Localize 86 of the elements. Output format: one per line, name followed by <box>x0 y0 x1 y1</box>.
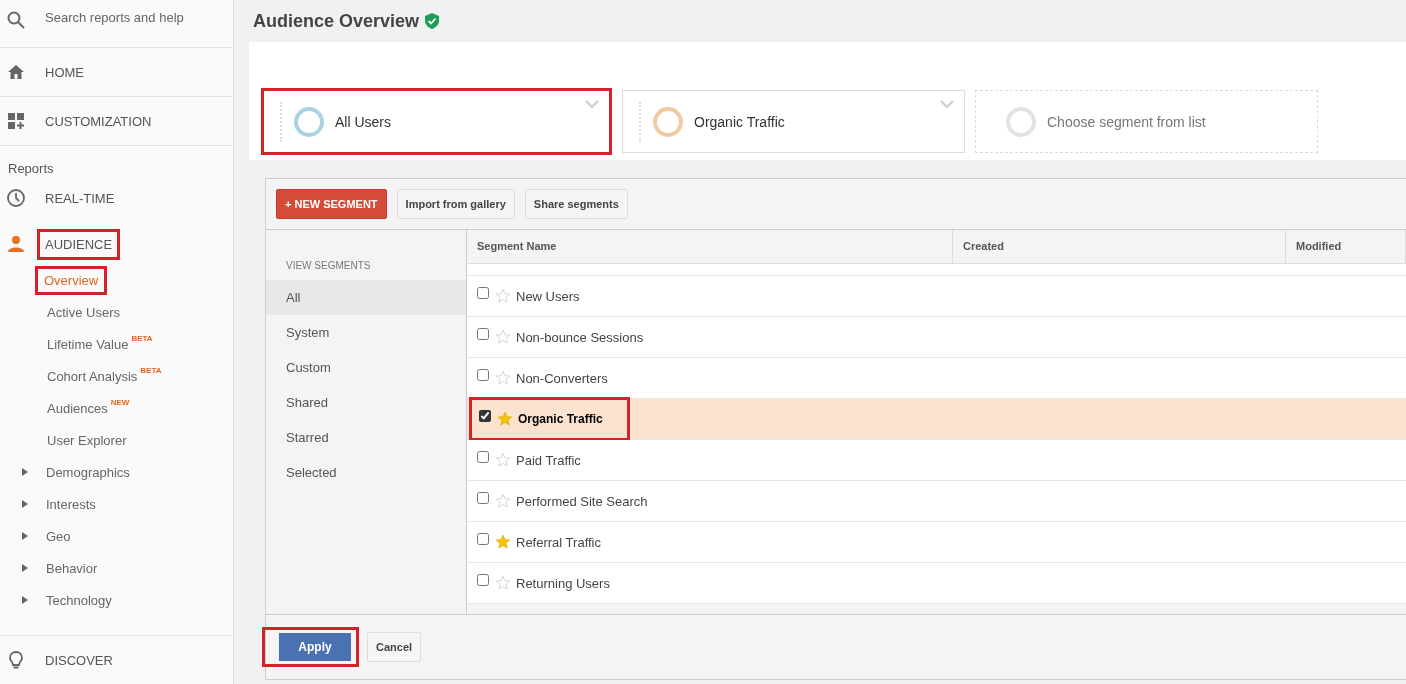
checkbox[interactable] <box>479 410 491 422</box>
lightbulb-icon <box>6 650 26 670</box>
filter-item[interactable]: Shared <box>266 385 466 420</box>
filter-item[interactable]: System <box>266 315 466 350</box>
segment-name: Non-Converters <box>516 370 608 386</box>
checkbox[interactable] <box>477 369 489 381</box>
cancel-button[interactable]: Cancel <box>367 632 422 662</box>
table-row[interactable]: Referral Traffic <box>467 522 1406 563</box>
table-row[interactable]: Organic Traffic <box>467 399 1406 440</box>
nav-item[interactable]: AUDIENCE <box>37 228 121 260</box>
nav-subitem[interactable]: Cohort Analysis <box>47 368 138 384</box>
segment-name: New Users <box>516 288 580 304</box>
nav-subitem[interactable]: Behavior <box>46 560 98 576</box>
segment-label: Choose segment from list <box>1047 113 1206 130</box>
filter-item[interactable]: All <box>266 280 466 315</box>
page-title: Audience Overview <box>253 10 420 32</box>
star-icon[interactable] <box>495 534 511 550</box>
column-header: Modified <box>1286 230 1406 263</box>
table-row[interactable]: Returning Users <box>467 563 1406 604</box>
search-icon <box>6 10 26 30</box>
star-icon[interactable] <box>495 329 511 345</box>
person-icon <box>6 234 26 254</box>
star-icon[interactable] <box>497 411 513 427</box>
nav-subitem[interactable]: Audiences <box>47 400 108 416</box>
segment-card[interactable]: All Users <box>261 88 612 155</box>
apply-button[interactable]: Apply <box>279 633 351 661</box>
nav-subitem[interactable]: Technology <box>46 592 112 608</box>
filter-item[interactable]: Custom <box>266 350 466 385</box>
filter-item[interactable]: Selected <box>266 455 466 490</box>
section-heading: Reports <box>7 160 55 178</box>
share-button[interactable]: Share segments <box>524 189 628 219</box>
badge-label: BETA <box>131 334 153 343</box>
home-icon <box>6 62 26 82</box>
nav-subitem[interactable]: Geo <box>46 528 71 544</box>
column-header: Created <box>953 230 1286 263</box>
nav-item[interactable]: CUSTOMIZATION <box>45 113 152 129</box>
table-row[interactable]: Non-Converters <box>467 358 1406 399</box>
table-row[interactable]: Paid Traffic <box>467 440 1406 481</box>
grid-plus-icon <box>6 111 26 131</box>
nav-item[interactable]: HOME <box>45 64 84 80</box>
checkbox[interactable] <box>477 574 489 586</box>
section-heading: VIEW SEGMENTS <box>285 260 372 273</box>
badge-label: BETA <box>140 366 162 375</box>
nav-subitem[interactable]: Lifetime Value <box>47 336 129 352</box>
expand-arrow-icon[interactable] <box>21 564 29 572</box>
nav-subitem[interactable]: User Explorer <box>47 432 127 448</box>
table-row[interactable]: Non-bounce Sessions <box>467 317 1406 358</box>
expand-arrow-icon[interactable] <box>21 532 29 540</box>
segment-card[interactable]: Organic Traffic <box>622 90 965 153</box>
clock-icon <box>6 188 26 208</box>
segment-name: Referral Traffic <box>516 534 601 550</box>
star-icon[interactable] <box>495 575 511 591</box>
import-button[interactable]: Import from gallery <box>396 189 515 219</box>
table-row[interactable]: Performed Site Search <box>467 481 1406 522</box>
segment-name: Non-bounce Sessions <box>516 329 644 345</box>
expand-arrow-icon[interactable] <box>21 500 29 508</box>
segment-label: Organic Traffic <box>694 113 785 130</box>
badge-label: NEW <box>110 398 130 407</box>
new-segment-button[interactable]: + NEW SEGMENT <box>276 189 387 219</box>
nav-subitem[interactable]: Active Users <box>47 304 120 320</box>
checkbox[interactable] <box>477 533 489 545</box>
filter-item[interactable]: Starred <box>266 420 466 455</box>
segment-label: All Users <box>335 113 391 130</box>
nav-item[interactable]: DISCOVER <box>45 652 113 668</box>
nav-item[interactable]: REAL-TIME <box>45 190 115 206</box>
table-row[interactable]: New Users <box>467 276 1406 317</box>
segment-name: Returning Users <box>516 575 610 591</box>
segment-name: Performed Site Search <box>516 493 648 509</box>
segment-name: Paid Traffic <box>516 452 581 468</box>
expand-arrow-icon[interactable] <box>21 468 29 476</box>
checkbox[interactable] <box>477 328 489 340</box>
shield-check-icon <box>425 13 440 29</box>
segment-slot[interactable]: Choose segment from list <box>975 90 1318 153</box>
nav-subitem[interactable]: Demographics <box>46 464 130 480</box>
nav-subitem[interactable]: Interests <box>46 496 96 512</box>
star-icon[interactable] <box>495 452 511 468</box>
search-field[interactable]: Search reports and help <box>45 10 225 25</box>
checkbox[interactable] <box>477 287 489 299</box>
expand-arrow-icon[interactable] <box>21 596 29 604</box>
star-icon[interactable] <box>495 370 511 386</box>
column-header: Segment Name <box>467 230 953 263</box>
checkbox[interactable] <box>477 451 489 463</box>
segment-name: Organic Traffic <box>518 412 603 426</box>
star-icon[interactable] <box>495 493 511 509</box>
star-icon[interactable] <box>495 288 511 304</box>
checkbox[interactable] <box>477 492 489 504</box>
